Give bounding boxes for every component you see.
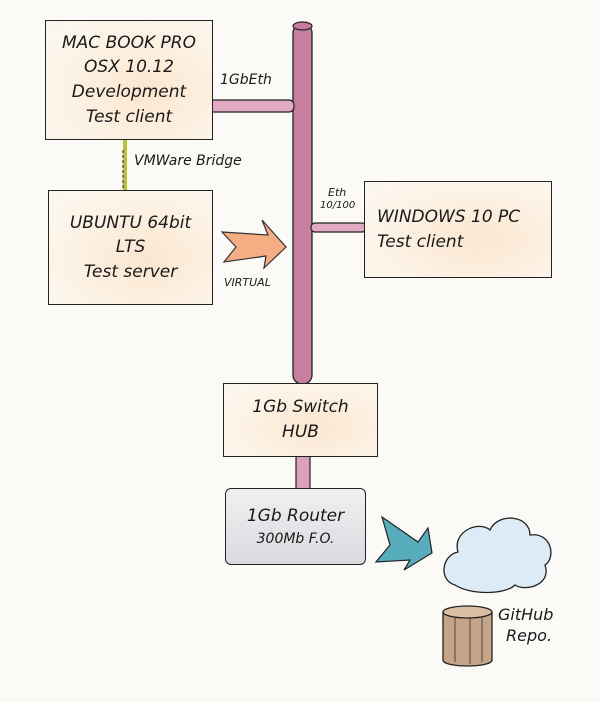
macbook-line-3: Development [71, 82, 187, 102]
macbook-line-2: OSX 10.12 [84, 57, 174, 78]
virtual-label: VIRTUAL [224, 276, 271, 289]
repo-cylinder-icon [442, 605, 493, 667]
ubuntu-line-3: Test server [83, 261, 178, 282]
mac-eth-label: 1GbEth [220, 72, 272, 88]
github-line-1: GitHub [498, 605, 554, 624]
github-label: GitHub Repo. [498, 605, 553, 647]
switch-node: 1Gb Switch HUB [223, 383, 378, 457]
vmware-bridge-label: VMWare Bridge [134, 153, 242, 169]
virtual-arrow-icon [220, 219, 287, 270]
router-line-1: 1Gb Router [246, 506, 345, 527]
ubuntu-line-2: LTS [115, 237, 146, 258]
ubuntu-line-1: UBUNTU 64bit [69, 212, 192, 233]
backbone-pipe [292, 23, 313, 385]
switch-line-1: 1Gb Switch [252, 397, 349, 418]
ubuntu-node: UBUNTU 64bit LTS Test server [48, 190, 213, 305]
windows-link-pipe [310, 222, 367, 233]
github-line-2: Repo. [506, 625, 552, 645]
windows-line-1: WINDOWS 10 PC [377, 206, 521, 227]
router-line-2: 300Mb F.O. [256, 530, 335, 547]
switch-line-2: HUB [282, 422, 319, 442]
router-link-pipe [295, 454, 311, 490]
windows-node: WINDOWS 10 PC Test client [364, 181, 552, 278]
macbook-line-4: Test client [85, 106, 173, 127]
windows-eth-label: Eth [328, 186, 347, 199]
macbook-node: MAC BOOK PRO OSX 10.12 Development Test … [45, 20, 213, 140]
macbook-line-1: MAC BOOK PRO [62, 32, 196, 53]
windows-line-2: Test client [377, 231, 464, 252]
router-node: 1Gb Router 300Mb F.O. [225, 488, 366, 565]
windows-eth-speed-label: 10/100 [320, 200, 356, 211]
mac-link-pipe [207, 99, 295, 113]
backbone-pipe-top [292, 21, 313, 31]
cloud-icon [443, 517, 552, 594]
internet-arrow-icon [374, 515, 433, 571]
